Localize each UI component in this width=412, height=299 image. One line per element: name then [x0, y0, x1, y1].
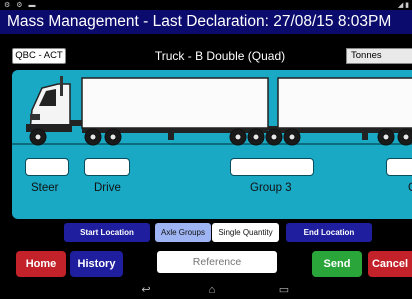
status-bar: ⚙ ⚙ ▬ ◢ ▮: [0, 0, 412, 10]
status-notification-icons: ⚙ ⚙ ▬: [4, 2, 38, 9]
single-quantity-tab[interactable]: Single Quantity: [212, 223, 279, 242]
group-3-weight-input[interactable]: [230, 158, 314, 176]
status-system-icons: ◢ ▮: [397, 2, 409, 9]
truck-panel: Steer Drive Group 3 G: [12, 70, 412, 219]
app-screen: ⚙ ⚙ ▬ ◢ ▮ Mass Management - Last Declara…: [0, 0, 412, 299]
group-4-label: G: [408, 182, 412, 194]
start-location-button[interactable]: Start Location: [64, 223, 150, 242]
units-select[interactable]: Tonnes: [346, 48, 412, 64]
steer-weight-input[interactable]: [25, 158, 69, 176]
drive-weight-input[interactable]: [84, 158, 130, 176]
state-selector[interactable]: QBC - ACT: [12, 48, 66, 64]
recents-icon[interactable]: ▭: [272, 281, 296, 299]
home-button[interactable]: Home: [16, 251, 66, 277]
end-location-button[interactable]: End Location: [286, 223, 372, 242]
group-3-label: Group 3: [250, 182, 292, 194]
truck-type-label: Truck - B Double (Quad): [154, 49, 286, 63]
home-nav-icon[interactable]: ⌂: [200, 281, 224, 299]
page-title: Mass Management - Last Declaration: 27/0…: [0, 10, 412, 34]
reference-input[interactable]: [157, 251, 277, 273]
axle-groups-tab[interactable]: Axle Groups: [155, 223, 211, 242]
group-4-weight-input[interactable]: [386, 158, 412, 176]
cancel-button[interactable]: Cancel: [368, 251, 412, 277]
history-button[interactable]: History: [70, 251, 123, 277]
truck-illustration: [12, 76, 412, 146]
drive-label: Drive: [94, 182, 121, 194]
send-button[interactable]: Send: [312, 251, 362, 277]
back-icon[interactable]: ↩: [134, 281, 158, 299]
steer-label: Steer: [31, 182, 59, 194]
